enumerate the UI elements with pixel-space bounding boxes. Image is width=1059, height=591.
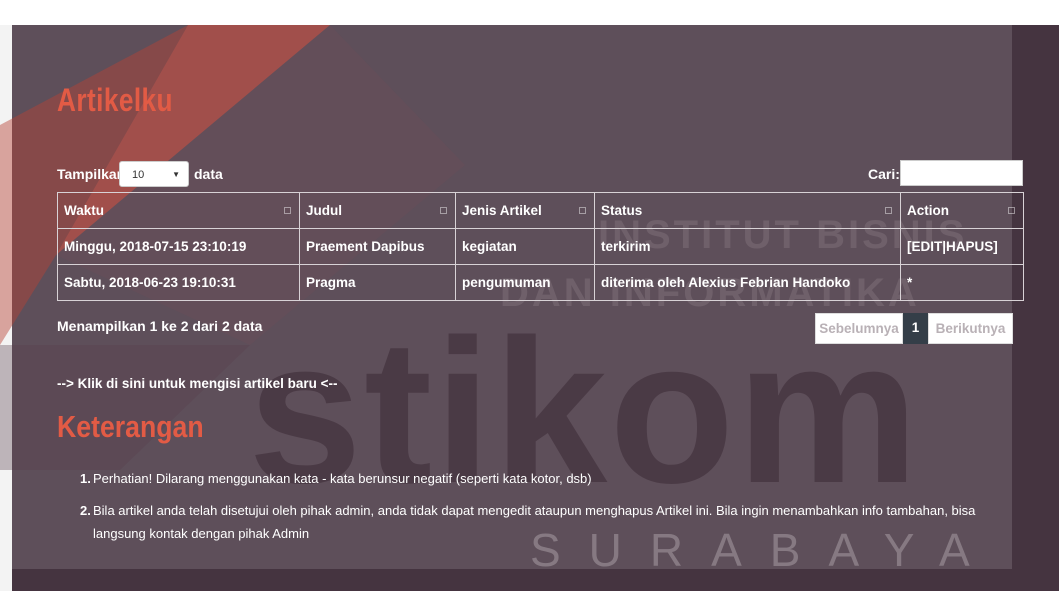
cell-action-edit-hapus[interactable]: [EDIT|HAPUS]	[900, 228, 1024, 265]
cell-waktu: Minggu, 2018-07-15 23:10:19	[57, 228, 300, 265]
articles-table: Waktu Judul Jenis Artikel Status Action …	[57, 192, 1024, 301]
column-header-waktu[interactable]: Waktu	[57, 192, 300, 229]
list-item: 1. Perhatian! Dilarang menggunakan kata …	[80, 467, 1030, 490]
table-row: Sabtu, 2018-06-23 19:10:31 Pragma pengum…	[57, 264, 1024, 301]
pagination: Sebelumnya 1 Berikutnya	[815, 313, 1013, 344]
page-length-value: 10	[132, 169, 145, 181]
cell-waktu: Sabtu, 2018-06-23 19:10:31	[57, 264, 300, 301]
previous-page-button[interactable]: Sebelumnya	[815, 313, 903, 344]
list-number: 2.	[80, 503, 91, 518]
column-header-status[interactable]: Status	[594, 192, 901, 229]
list-number: 1.	[80, 471, 91, 486]
note-text: Perhatian! Dilarang menggunakan kata - k…	[93, 471, 592, 486]
page-title: Artikelku	[57, 82, 173, 118]
cell-status: diterima oleh Alexius Febrian Handoko	[594, 264, 901, 301]
column-header-judul[interactable]: Judul	[299, 192, 456, 229]
table-header-row: Waktu Judul Jenis Artikel Status Action	[57, 192, 1024, 229]
sort-icon	[885, 207, 892, 214]
new-article-link[interactable]: --> Klik di sini untuk mengisi artikel b…	[57, 376, 338, 391]
cell-judul: Praement Dapibus	[299, 228, 456, 265]
list-item: 2. Bila artikel anda telah disetujui ole…	[80, 499, 1030, 545]
table-info: Menampilkan 1 ke 2 dari 2 data	[57, 318, 263, 334]
column-label: Status	[601, 203, 643, 218]
page-content: Artikelku Tampilkan 10 ▼ data Cari: Wakt…	[0, 0, 1059, 591]
page-length-suffix: data	[194, 166, 223, 182]
notes-list: 1. Perhatian! Dilarang menggunakan kata …	[80, 467, 1030, 554]
cell-action: *	[900, 264, 1024, 301]
column-label: Judul	[306, 203, 342, 218]
sort-icon	[579, 207, 586, 214]
column-header-jenis-artikel[interactable]: Jenis Artikel	[455, 192, 595, 229]
column-label: Jenis Artikel	[462, 203, 542, 218]
table-row: Minggu, 2018-07-15 23:10:19 Praement Dap…	[57, 228, 1024, 265]
column-label: Waktu	[64, 203, 104, 218]
notes-title: Keterangan	[57, 409, 204, 444]
sort-icon	[1008, 207, 1015, 214]
cell-status: terkirim	[594, 228, 901, 265]
sort-icon	[284, 207, 291, 214]
cell-jenis-artikel: pengumuman	[455, 264, 595, 301]
search-input[interactable]	[900, 160, 1023, 186]
next-page-button[interactable]: Berikutnya	[928, 313, 1013, 344]
page-1-button[interactable]: 1	[903, 313, 928, 344]
column-header-action[interactable]: Action	[900, 192, 1024, 229]
page-length-label: Tampilkan	[57, 166, 126, 182]
note-text: Bila artikel anda telah disetujui oleh p…	[93, 503, 976, 541]
search-label: Cari:	[868, 166, 900, 182]
column-label: Action	[907, 203, 949, 218]
cell-judul: Pragma	[299, 264, 456, 301]
sort-icon	[440, 207, 447, 214]
cell-jenis-artikel: kegiatan	[455, 228, 595, 265]
chevron-down-icon: ▼	[172, 170, 180, 179]
page-length-select[interactable]: 10 ▼	[119, 161, 189, 187]
